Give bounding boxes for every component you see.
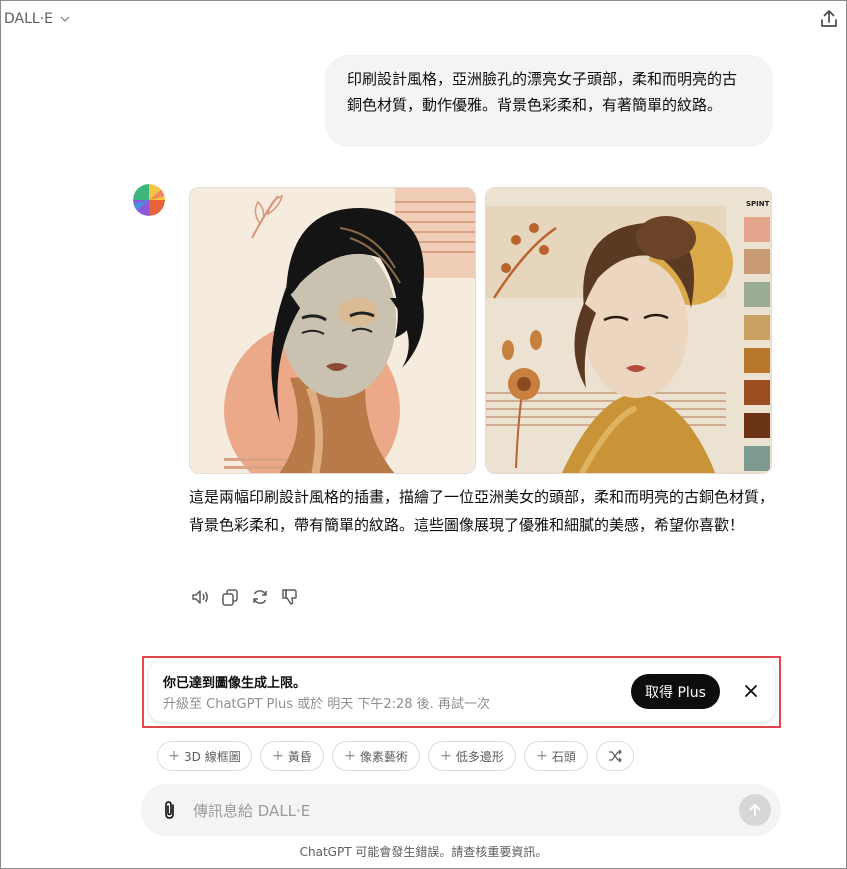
plus-icon: +: [168, 748, 181, 764]
send-button[interactable]: [739, 794, 771, 826]
disclaimer: ChatGPT 可能會發生錯誤。請查核重要資訊。: [299, 845, 548, 859]
message-composer: [141, 784, 781, 836]
palette-label: SPINT: [746, 200, 770, 208]
model-selector[interactable]: DALL·E: [4, 11, 71, 27]
assistant-reply: 這是兩幅印刷設計風格的插畫，描繪了一位亞洲美女的頭部，柔和而明亮的古銅色材質，背…: [189, 488, 775, 534]
plus-icon: +: [536, 748, 548, 764]
speaker-icon[interactable]: [190, 587, 210, 607]
plus-icon: +: [272, 748, 284, 764]
shuffle-button[interactable]: [596, 741, 634, 771]
get-plus-button[interactable]: 取得 Plus: [631, 674, 720, 709]
plus-icon: +: [440, 748, 452, 764]
plus-icon: +: [344, 748, 356, 764]
share-icon[interactable]: [818, 8, 840, 30]
limit-title: 你已達到圖像生成上限。: [163, 676, 307, 691]
shuffle-icon: [609, 749, 622, 763]
suggestion-chip[interactable]: + 像素藝術: [332, 741, 420, 771]
assistant-avatar: [133, 184, 165, 216]
model-name: DALL·E: [4, 11, 54, 27]
paperclip-icon[interactable]: [159, 799, 181, 821]
copy-icon[interactable]: [220, 587, 240, 607]
thumbs-down-icon[interactable]: [280, 587, 300, 607]
generated-image-1[interactable]: [189, 187, 476, 474]
close-icon[interactable]: [742, 682, 760, 700]
suggestion-chip[interactable]: + 黃昏: [260, 741, 324, 771]
generated-image-2[interactable]: SPINT: [485, 187, 772, 474]
message-input[interactable]: [191, 794, 715, 828]
suggestion-chip[interactable]: + 石頭: [524, 741, 588, 771]
message-actions: [190, 587, 300, 607]
regenerate-icon[interactable]: [250, 587, 270, 607]
limit-notice: 你已達到圖像生成上限。 升級至 ChatGPT Plus 或於 明天 下午2:2…: [149, 660, 775, 722]
arrow-up-icon: [749, 804, 761, 816]
suggestion-chip[interactable]: + 3D 線框圖: [157, 741, 252, 771]
user-message: 印刷設計風格，亞洲臉孔的漂亮女子頭部，柔和而明亮的古銅色材質，動作優雅。背景色彩…: [325, 55, 773, 147]
chevron-down-icon: [60, 16, 70, 22]
limit-subtitle: 升級至 ChatGPT Plus 或於 明天 下午2:28 後. 再試一次: [163, 697, 490, 712]
suggestion-chip[interactable]: + 低多邊形: [428, 741, 516, 771]
